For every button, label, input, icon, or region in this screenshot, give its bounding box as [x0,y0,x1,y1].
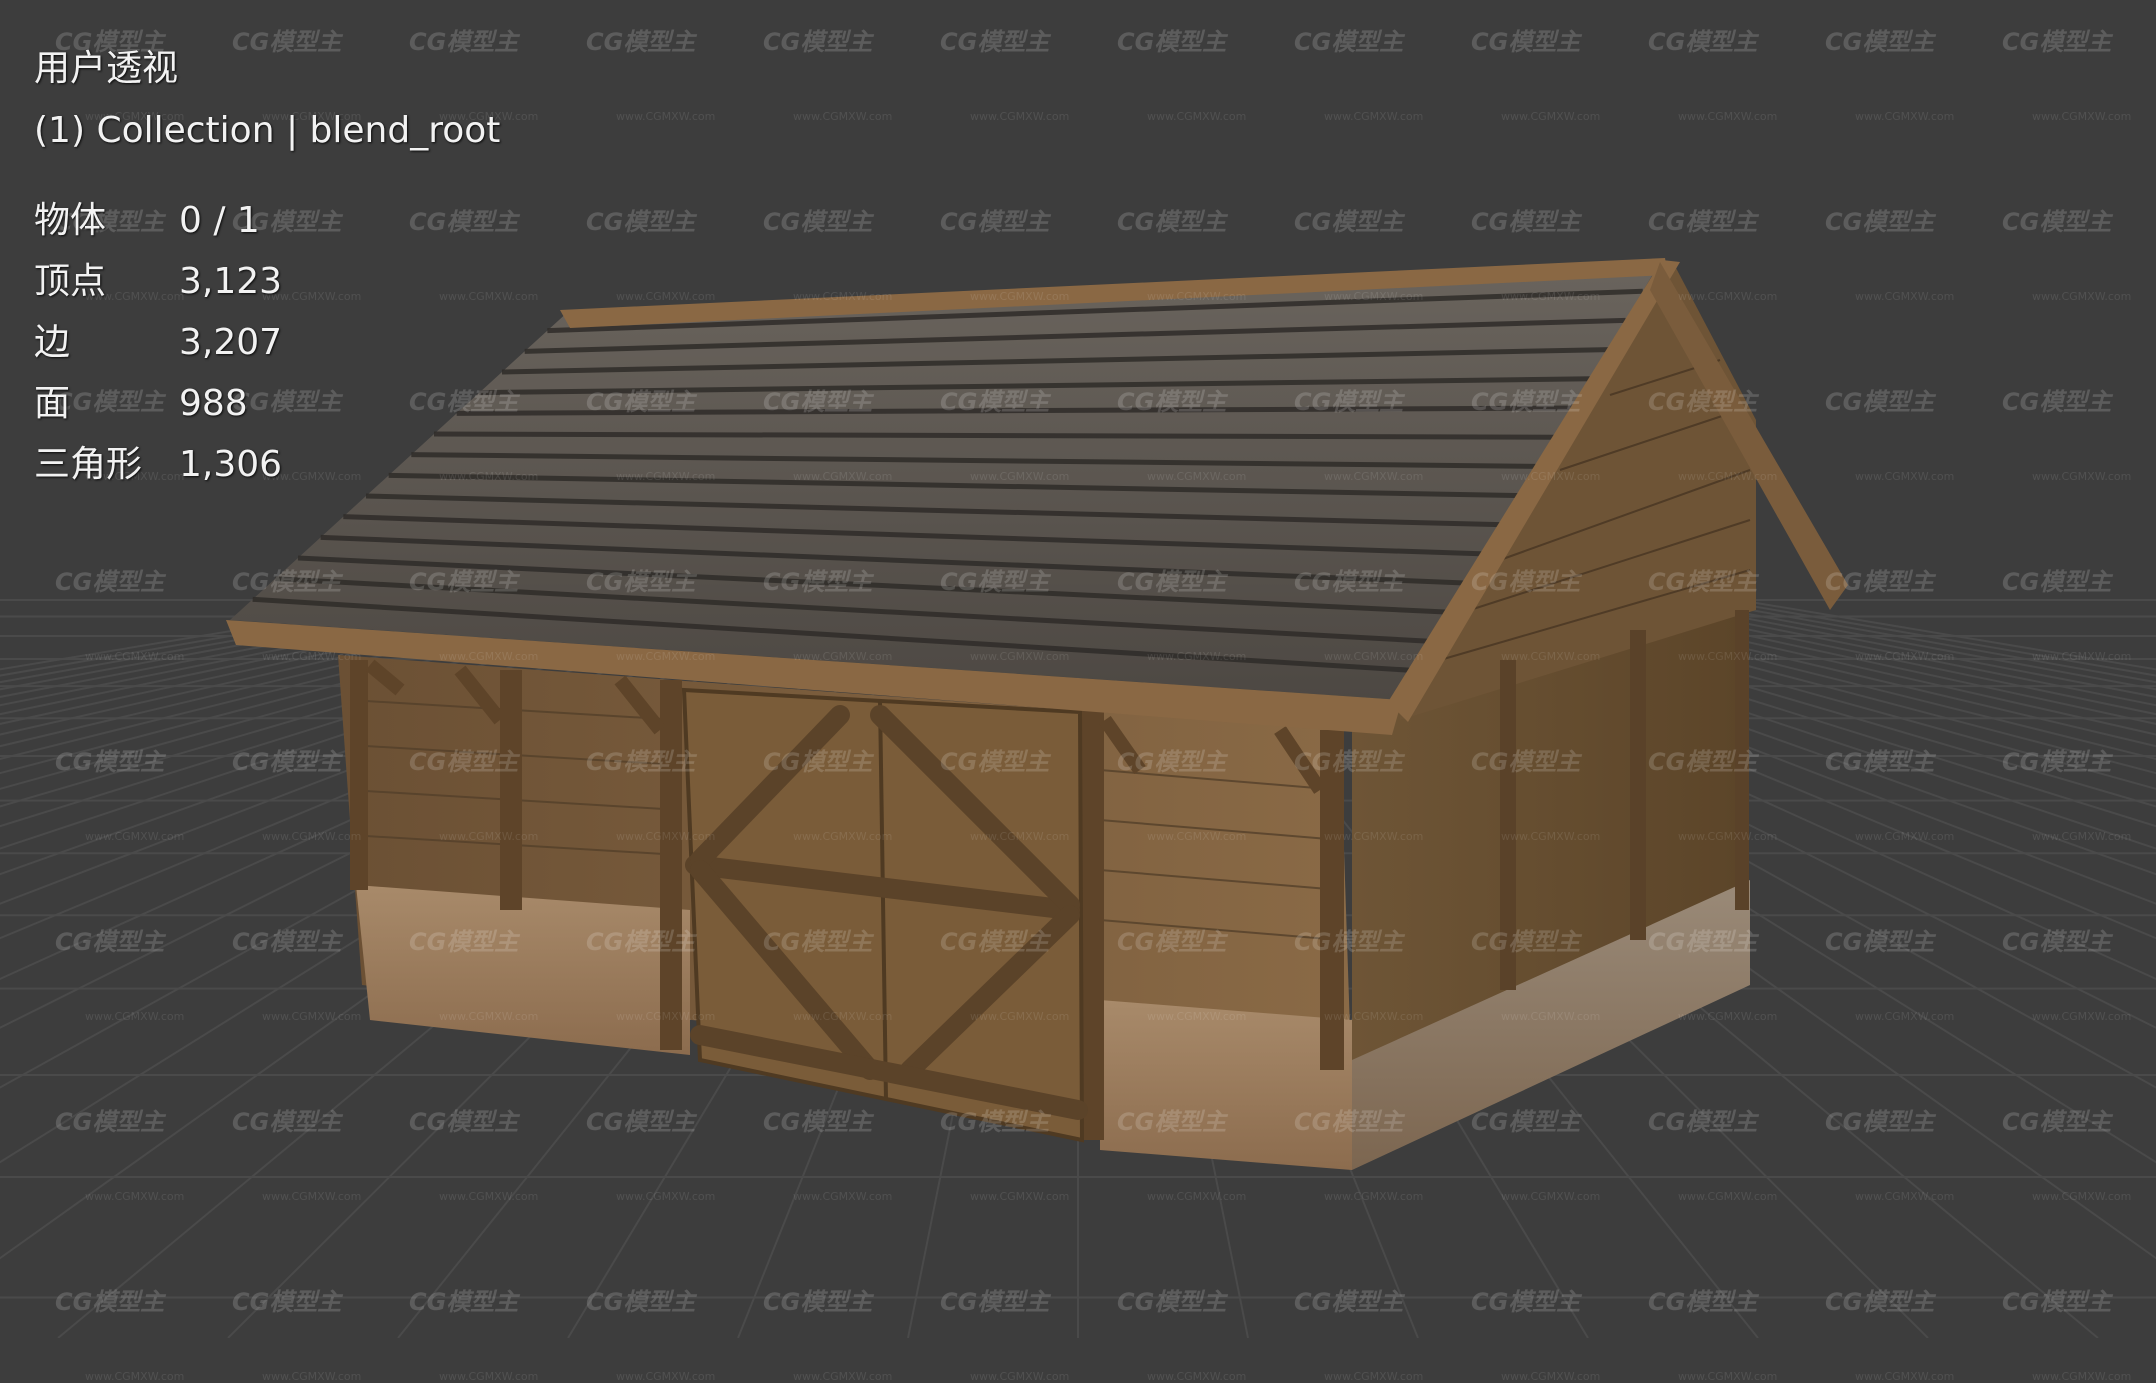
stat-label: 面 [34,383,71,424]
watermark-url: www.CGMXW.com [1147,1370,1247,1383]
stat-label: 边 [34,322,71,363]
3d-viewport[interactable]: CG模型主 www.CGMXW.com CG模型主 www.CGMXW.com CG模型… [0,0,2156,1383]
barn-front-stone-base-right [1100,1000,1352,1170]
stat-row-objects: 物体 0 / 1 [34,190,500,251]
watermark-url: www.CGMXW.com [2032,1370,2132,1383]
watermark-url: www.CGMXW.com [793,1370,893,1383]
watermark-url: www.CGMXW.com [616,1370,716,1383]
barn-front-stone-base [356,885,690,1055]
watermark-url: www.CGMXW.com [262,1370,362,1383]
watermark-url: www.CGMXW.com [1678,1370,1778,1383]
watermark-url: www.CGMXW.com [1501,1370,1601,1383]
view-name-label: 用户透视 [34,48,179,89]
stat-row-edges: 边 3,207 [34,312,500,373]
viewport-overlay-info: 用户透视 (1) Collection | blend_root 物体 0 / … [34,38,500,495]
stat-row-faces: 面 988 [34,373,500,434]
watermark-url: www.CGMXW.com [85,1370,185,1383]
stat-row-vertices: 顶点 3,123 [34,251,500,312]
collection-label: (1) Collection | blend_root [34,110,501,151]
stat-value: 3,207 [179,322,283,363]
stat-value: 0 / 1 [179,200,260,241]
watermark-url: www.CGMXW.com [1324,1370,1424,1383]
stat-value: 3,123 [179,261,283,302]
stat-row-triangles: 三角形 1,306 [34,434,500,495]
stat-label: 物体 [34,200,107,241]
stats-panel: 物体 0 / 1 顶点 3,123 边 3,207 面 988 三角形 1,30… [34,190,500,495]
watermark-url: www.CGMXW.com [970,1370,1070,1383]
watermark-url: www.CGMXW.com [1855,1370,1955,1383]
stat-label: 顶点 [34,261,107,302]
stat-value: 988 [179,383,248,424]
watermark-url: www.CGMXW.com [439,1370,539,1383]
stat-label: 三角形 [34,444,143,485]
stat-value: 1,306 [179,444,283,485]
